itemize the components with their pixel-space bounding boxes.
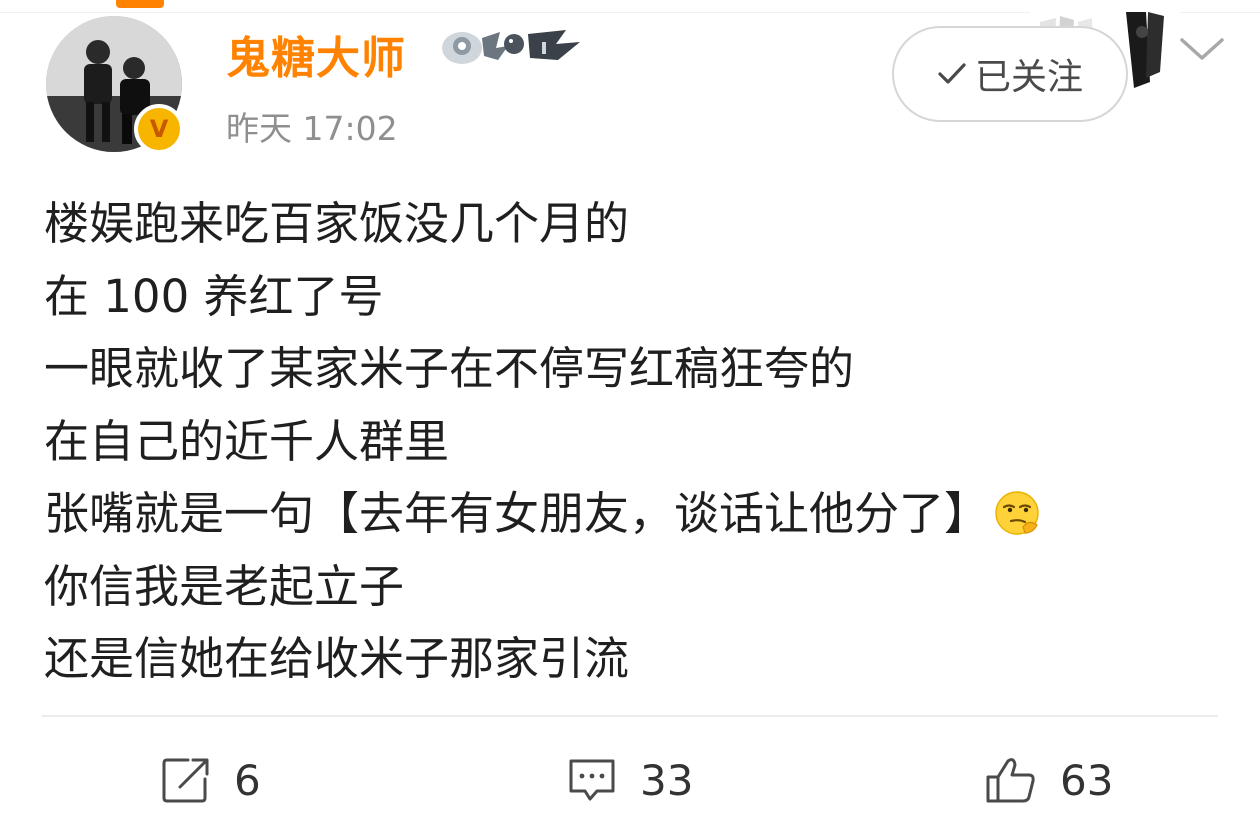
comment-count: 33 <box>640 755 694 805</box>
post-line: 在自己的近千人群里 <box>44 414 450 468</box>
smirk-emoji <box>995 491 1039 535</box>
post-line: 你信我是老起立子 <box>44 559 405 613</box>
repost-button[interactable]: 6 <box>160 752 261 808</box>
post-timestamp: 昨天 17:02 <box>226 109 398 148</box>
like-icon <box>986 758 1035 803</box>
chevron-down-icon[interactable] <box>1178 34 1226 64</box>
comment-button[interactable]: 33 <box>566 752 693 808</box>
follow-button[interactable]: 已关注 <box>892 26 1128 122</box>
verified-badge-icon: V <box>134 104 184 154</box>
action-bar-divider <box>42 715 1218 717</box>
post-line-with-emoji: 张嘴就是一句【去年有女朋友，谈话让他分了】 <box>44 478 1224 551</box>
like-button[interactable]: 63 <box>984 752 1113 808</box>
repost-icon <box>162 758 209 803</box>
post-content: 楼娱跑来吃百家饭没几个月的 在 100 养红了号 一眼就收了某家米子在不停写红稿… <box>44 188 1224 696</box>
fan-badge-icon <box>442 30 580 64</box>
like-count: 63 <box>1060 755 1114 805</box>
post-line: 楼娱跑来吃百家饭没几个月的 <box>44 197 630 250</box>
post-line-text: 张嘴就是一句【去年有女朋友，谈话让他分了】 <box>44 487 990 540</box>
post-line: 在 100 养红了号 <box>44 269 384 323</box>
comment-icon <box>569 759 615 801</box>
author-name[interactable]: 鬼糖大师 <box>226 22 406 86</box>
follow-button-label: 已关注 <box>974 57 1083 98</box>
top-tab-indicator <box>116 0 164 8</box>
post-line: 一眼就收了某家米子在不停写红稿狂夸的 <box>44 342 855 395</box>
post-line: 还是信她在给收米子那家引流 <box>44 632 630 685</box>
repost-count: 6 <box>234 755 261 805</box>
check-icon <box>938 63 966 84</box>
